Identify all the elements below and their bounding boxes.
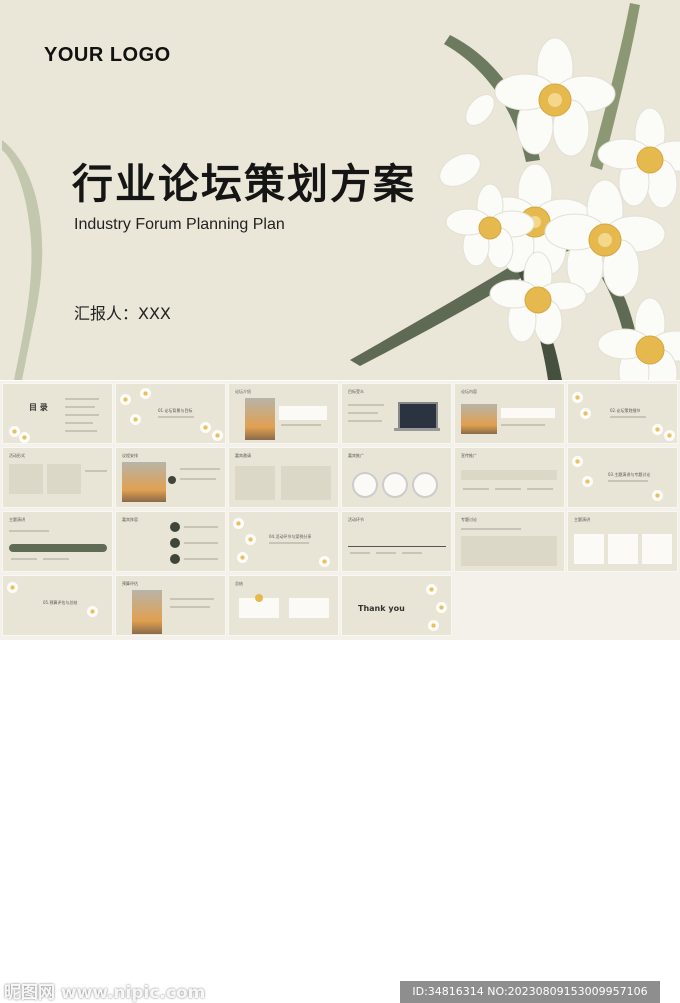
thumbnail-title: 嘉宾邀请: [235, 453, 251, 458]
thumbnail-slide[interactable]: 02.论坛策划细节: [567, 383, 678, 444]
hero-slide: YOUR LOGO 行业论坛策划方案 Industry Forum Planni…: [0, 0, 680, 380]
thumbnail-title: 02.论坛策划细节: [610, 408, 641, 413]
thumbnail-title: 论坛内容: [461, 389, 477, 394]
thumbnail-slide[interactable]: 03.主题演讲与专题讨论: [567, 447, 678, 508]
thumbnail-slide[interactable]: 总结: [228, 575, 339, 636]
thumbnail-title: 嘉宾推广: [348, 453, 364, 458]
thumbnail-slide[interactable]: 嘉宾邀请: [228, 447, 339, 508]
thumbnail-slide[interactable]: 宣传推广: [454, 447, 565, 508]
thumbnail-slide[interactable]: 论坛介绍: [228, 383, 339, 444]
thumbnail-title: 04.活动环节与案例分享: [269, 534, 312, 539]
thumbnail-slide[interactable]: 目 录: [2, 383, 113, 444]
thumbnail-grid: 目 录 01.论坛背景与目标 论坛介绍 目标受众 论坛内容 02.论坛策划细节 …: [0, 381, 680, 1003]
thumbnail-title: 总结: [235, 581, 243, 586]
thumbnail-slide[interactable]: 主题演讲: [567, 511, 678, 572]
thumbnail-title: 主题演讲: [574, 517, 590, 522]
thumbnail-slide[interactable]: 活动形式: [2, 447, 113, 508]
thumbnail-slide[interactable]: 预算评估: [115, 575, 226, 636]
presenter-label: 汇报人：XXX: [74, 304, 171, 323]
thumbnail-title: 嘉宾阵容: [122, 517, 138, 522]
thumbnail-slide[interactable]: 04.活动环节与案例分享: [228, 511, 339, 572]
slide-subtitle: Industry Forum Planning Plan: [74, 216, 285, 233]
thumbnail-slide[interactable]: 主题演讲: [2, 511, 113, 572]
thumbnail-title: 01.论坛背景与目标: [158, 408, 193, 413]
left-leaf-decoration: [2, 140, 43, 380]
thumbnail-title: 论坛介绍: [235, 389, 251, 394]
thumbnail-slide[interactable]: 专题讨论: [454, 511, 565, 572]
thumbnail-title: 预算评估: [122, 581, 138, 586]
watermark-id: ID:34816314 NO:20230809153009957106: [400, 981, 660, 1003]
thumbnail-title: 主题演讲: [9, 517, 25, 522]
thumbnail-title: Thank you: [358, 604, 405, 613]
thumbnail-title: 目标受众: [348, 389, 364, 394]
thumbnail-title: 活动环节: [348, 517, 364, 522]
thumbnail-title: 05.预算评估与总结: [43, 600, 78, 605]
slide-title: 行业论坛策划方案: [72, 160, 416, 208]
thumbnail-title: 议程安排: [122, 453, 138, 458]
thumbnail-slide[interactable]: 01.论坛背景与目标: [115, 383, 226, 444]
thumbnail-slide[interactable]: Thank you: [341, 575, 452, 636]
thumbnail-slide[interactable]: 议程安排: [115, 447, 226, 508]
thumbnail-title: 活动形式: [9, 453, 25, 458]
thumbnail-title: 宣传推广: [461, 453, 477, 458]
logo-text: YOUR LOGO: [44, 44, 171, 66]
thumbnail-slide[interactable]: 论坛内容: [454, 383, 565, 444]
thumbnail-title: 03.主题演讲与专题讨论: [608, 472, 651, 477]
watermark-site: 昵图网 www.nipic.com: [4, 983, 206, 1003]
thumbnail-slide[interactable]: 目标受众: [341, 383, 452, 444]
thumbnail-slide[interactable]: 嘉宾阵容: [115, 511, 226, 572]
thumbnail-title: 专题讨论: [461, 517, 477, 522]
thumbnail-slide[interactable]: 活动环节: [341, 511, 452, 572]
thumbnail-title: 目 录: [29, 403, 48, 412]
thumbnail-slide[interactable]: 嘉宾推广: [341, 447, 452, 508]
thumbnail-slide[interactable]: 05.预算评估与总结: [2, 575, 113, 636]
